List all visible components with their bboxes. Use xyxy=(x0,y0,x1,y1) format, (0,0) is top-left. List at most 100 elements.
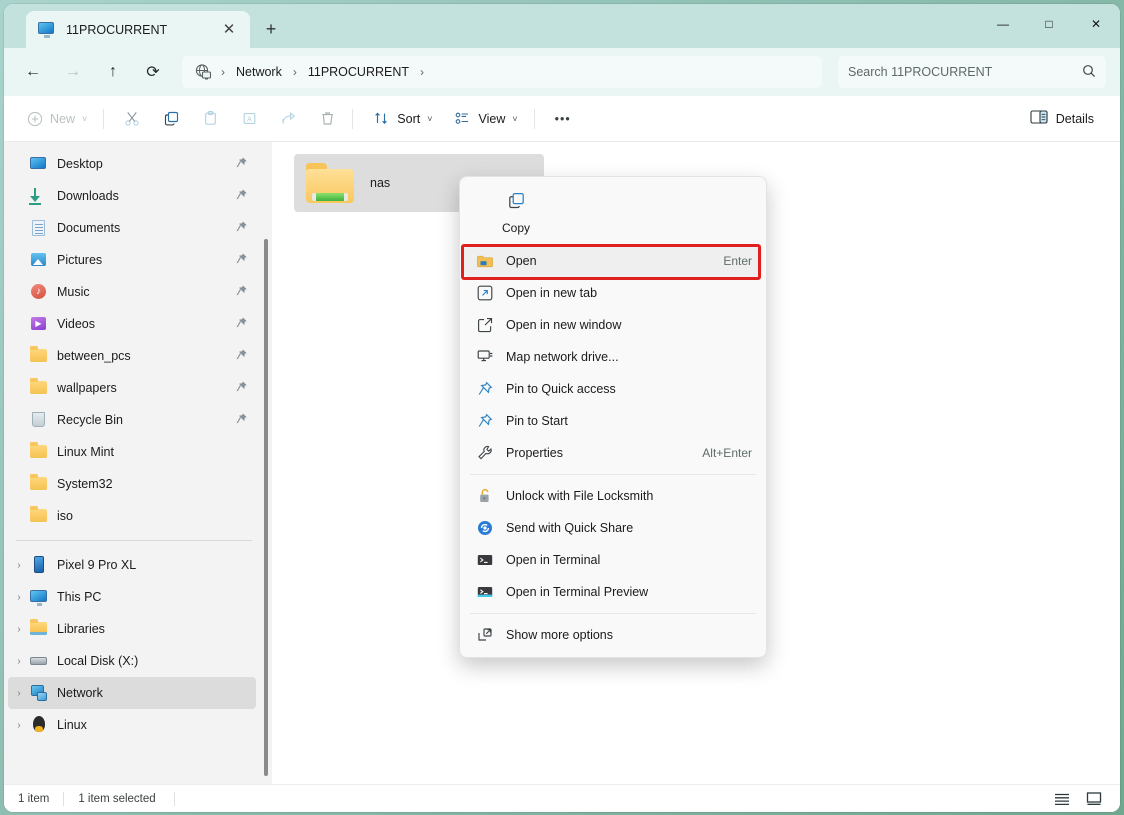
sidebar-item-libraries[interactable]: › Libraries xyxy=(8,613,256,645)
sidebar-item-videos[interactable]: ▶ Videos xyxy=(8,308,256,340)
tab-11procurrent[interactable]: 11PROCURRENT ✕ xyxy=(26,11,250,48)
context-menu-item-unlock-with-file-locksmith[interactable]: Unlock with File Locksmith xyxy=(464,480,762,512)
back-button[interactable]: ← xyxy=(16,56,50,88)
rename-button[interactable]: A xyxy=(232,103,267,135)
context-copy-button[interactable]: Copy xyxy=(488,187,544,239)
network-globe-icon xyxy=(194,63,212,81)
sidebar-item-wallpapers[interactable]: wallpapers xyxy=(8,372,256,404)
sidebar-item-music[interactable]: ♪ Music xyxy=(8,276,256,308)
context-menu-item-open-in-new-window[interactable]: Open in new window xyxy=(464,309,762,341)
sidebar-item-label: Music xyxy=(57,285,90,299)
chevron-right-icon[interactable]: › xyxy=(8,688,30,699)
copy-icon xyxy=(507,191,526,215)
context-menu-item-label: Open in new tab xyxy=(506,286,598,300)
context-menu-item-properties[interactable]: Properties Alt+Enter xyxy=(464,437,762,469)
sidebar-item-this-pc[interactable]: › This PC xyxy=(8,581,256,613)
breadcrumb-separator[interactable]: › xyxy=(214,65,232,79)
minimize-button[interactable]: — xyxy=(980,4,1026,44)
search-input[interactable] xyxy=(848,65,1078,79)
breadcrumb-separator[interactable]: › xyxy=(413,65,431,79)
large-icons-view-icon[interactable] xyxy=(1082,788,1106,810)
close-tab-icon[interactable]: ✕ xyxy=(216,17,242,43)
sidebar-item-pixel-9-pro-xl[interactable]: › Pixel 9 Pro XL xyxy=(8,549,256,581)
context-menu-item-label: Map network drive... xyxy=(506,350,619,364)
command-divider xyxy=(352,108,354,129)
pin-icon[interactable] xyxy=(235,316,248,332)
sidebar-item-linux-mint[interactable]: Linux Mint xyxy=(8,436,256,468)
tab-strip: 11PROCURRENT ✕ + xyxy=(26,11,286,48)
selection-label: 1 item selected xyxy=(78,792,156,805)
pin-icon[interactable] xyxy=(235,188,248,204)
window-controls: — □ ✕ xyxy=(980,4,1120,44)
padlock-icon xyxy=(476,487,494,505)
context-menu-item-pin-to-start[interactable]: Pin to Start xyxy=(464,405,762,437)
sidebar-item-between-pcs[interactable]: between_pcs xyxy=(8,340,256,372)
sort-button[interactable]: Sort ˅ xyxy=(364,103,441,135)
breadcrumb-11procurrent[interactable]: 11PROCURRENT xyxy=(304,63,413,81)
context-menu-item-map-network-drive[interactable]: Map network drive... xyxy=(464,341,762,373)
context-menu-item-pin-to-quick-access[interactable]: Pin to Quick access xyxy=(464,373,762,405)
pin-icon[interactable] xyxy=(235,380,248,396)
sidebar-item-local-disk-x-[interactable]: › Local Disk (X:) xyxy=(8,645,256,677)
details-pane-button[interactable]: Details xyxy=(1020,103,1104,135)
context-menu-item-open[interactable]: Open Enter xyxy=(464,245,762,277)
up-button[interactable]: ↑ xyxy=(96,56,130,88)
sidebar-item-linux[interactable]: › Linux xyxy=(8,709,256,741)
new-tab-icon xyxy=(476,284,494,302)
details-view-icon[interactable] xyxy=(1050,788,1074,810)
music-icon: ♪ xyxy=(30,283,48,301)
context-menu-item-label: Send with Quick Share xyxy=(506,521,634,535)
chevron-right-icon[interactable]: › xyxy=(8,624,30,635)
cut-button[interactable] xyxy=(115,103,150,135)
context-menu-item-open-in-new-tab[interactable]: Open in new tab xyxy=(464,277,762,309)
chevron-right-icon[interactable]: › xyxy=(8,720,30,731)
new-tab-button[interactable]: + xyxy=(256,14,286,44)
details-pane-icon xyxy=(1030,109,1048,128)
more-options-button[interactable]: ••• xyxy=(546,103,580,135)
sidebar-scrollbar-thumb[interactable] xyxy=(264,239,268,776)
context-menu-item-label: Open xyxy=(506,254,537,268)
refresh-button[interactable]: ⟳ xyxy=(136,56,170,88)
context-menu-item-send-with-quick-share[interactable]: Send with Quick Share xyxy=(464,512,762,544)
pin-icon[interactable] xyxy=(235,220,248,236)
context-menu-separator xyxy=(470,613,756,614)
sidebar-item-documents[interactable]: Documents xyxy=(8,212,256,244)
copy-button[interactable] xyxy=(154,103,189,135)
forward-button[interactable]: → xyxy=(56,56,90,88)
close-window-button[interactable]: ✕ xyxy=(1072,4,1120,44)
context-menu-item-open-in-terminal[interactable]: Open in Terminal xyxy=(464,544,762,576)
pin-icon[interactable] xyxy=(235,284,248,300)
pin-icon[interactable] xyxy=(235,348,248,364)
sidebar-item-pictures[interactable]: Pictures xyxy=(8,244,256,276)
breadcrumb-separator[interactable]: › xyxy=(286,65,304,79)
pin-icon[interactable] xyxy=(235,156,248,172)
quick-access-list: Desktop Downloads Documents Pictures ♪ Music ▶… xyxy=(4,148,264,532)
context-menu-item-show-more-options[interactable]: Show more options xyxy=(464,619,762,651)
pin-icon[interactable] xyxy=(235,412,248,428)
paste-button[interactable] xyxy=(193,103,228,135)
new-button[interactable]: New ˅ xyxy=(18,103,96,135)
file-explorer-window: 11PROCURRENT ✕ + — □ ✕ ← → ↑ ⟳ › Network… xyxy=(4,4,1120,812)
search-box[interactable] xyxy=(838,56,1106,88)
view-button[interactable]: View ˅ xyxy=(445,103,526,135)
desktop-icon xyxy=(30,155,48,173)
maximize-button[interactable]: □ xyxy=(1026,4,1072,44)
monitor-icon xyxy=(38,21,56,39)
delete-button[interactable] xyxy=(310,103,345,135)
chevron-right-icon[interactable]: › xyxy=(8,592,30,603)
sidebar-item-recycle-bin[interactable]: Recycle Bin xyxy=(8,404,256,436)
context-menu-item-open-in-terminal-preview[interactable]: Open in Terminal Preview xyxy=(464,576,762,608)
plus-icon xyxy=(27,111,43,127)
sidebar-item-downloads[interactable]: Downloads xyxy=(8,180,256,212)
breadcrumb-network[interactable]: Network xyxy=(232,63,286,81)
sidebar-item-label: Local Disk (X:) xyxy=(57,654,139,668)
chevron-right-icon[interactable]: › xyxy=(8,560,30,571)
sidebar-item-network[interactable]: › Network xyxy=(8,677,256,709)
pin-icon[interactable] xyxy=(235,252,248,268)
sidebar-item-desktop[interactable]: Desktop xyxy=(8,148,256,180)
address-bar[interactable]: › Network › 11PROCURRENT › xyxy=(182,56,822,88)
chevron-right-icon[interactable]: › xyxy=(8,656,30,667)
share-button[interactable] xyxy=(271,103,306,135)
sidebar-item-iso[interactable]: iso xyxy=(8,500,256,532)
sidebar-item-system32[interactable]: System32 xyxy=(8,468,256,500)
